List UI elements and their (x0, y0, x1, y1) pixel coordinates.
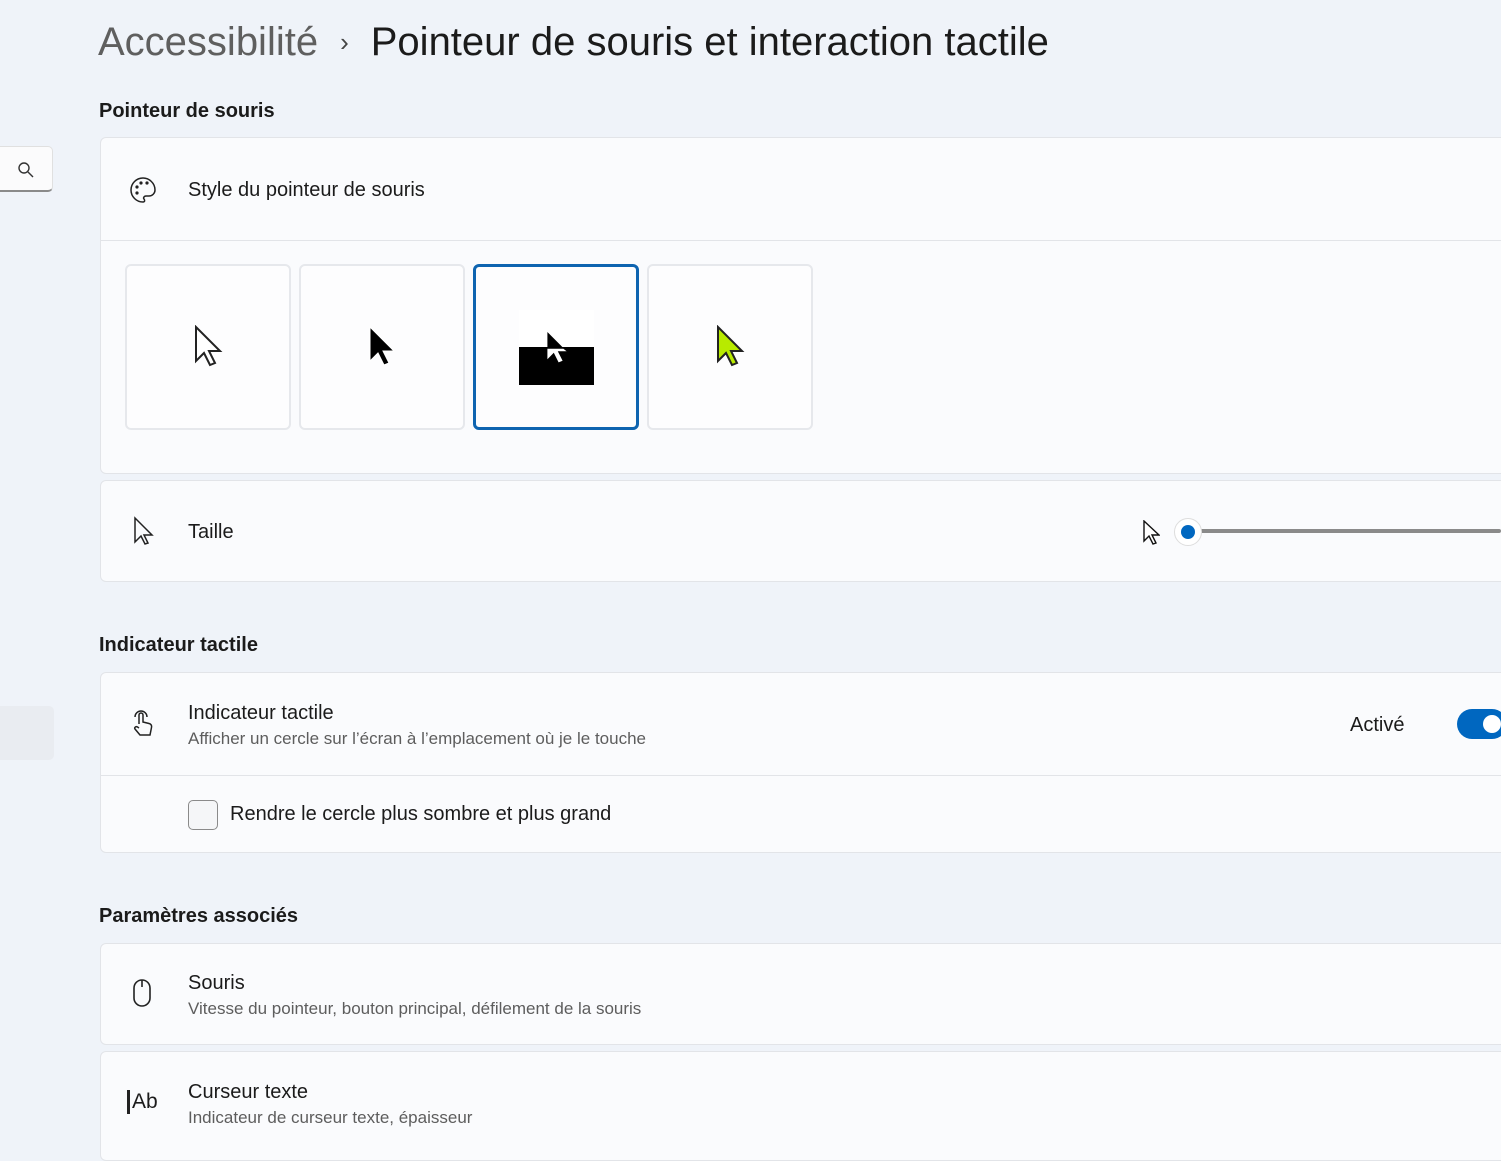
pointer-size-slider-track[interactable] (1200, 529, 1501, 533)
chevron-right-icon: › (340, 27, 349, 57)
related-mouse-description: Vitesse du pointeur, bouton principal, d… (188, 999, 642, 1018)
breadcrumb: Accessibilité › Pointeur de souris et in… (98, 20, 1049, 65)
sidebar-selected-item[interactable] (0, 706, 54, 760)
related-mouse-title: Souris (188, 972, 245, 994)
sidebar-search-box[interactable] (0, 146, 53, 192)
touch-indicator-title: Indicateur tactile (188, 702, 334, 724)
darker-circle-label[interactable]: Rendre le cercle plus sombre et plus gra… (230, 803, 611, 826)
palette-icon (130, 177, 156, 203)
breadcrumb-parent[interactable]: Accessibilité (98, 20, 318, 65)
touch-indicator-description: Afficher un cercle sur l’écran à l’empla… (188, 729, 646, 748)
related-text-cursor-title: Curseur texte (188, 1081, 309, 1103)
custom-color-pointer-icon (717, 325, 745, 367)
pointer-style-label: Style du pointeur de souris (188, 179, 425, 201)
white-pointer-icon (195, 325, 223, 367)
mouse-icon (133, 979, 151, 1007)
inverted-pointer-icon (546, 331, 567, 362)
pointer-style-white[interactable] (125, 264, 291, 430)
section-title-touch: Indicateur tactile (99, 634, 258, 656)
touch-hand-icon (134, 710, 153, 736)
pointer-style-black[interactable] (299, 264, 465, 430)
text-cursor-icon: Ab (127, 1090, 158, 1114)
touch-indicator-toggle[interactable] (1457, 709, 1501, 739)
pointer-style-custom[interactable] (647, 264, 813, 430)
section-title-mouse-pointer: Pointeur de souris (99, 100, 275, 122)
black-pointer-icon (369, 325, 396, 366)
section-title-related: Paramètres associés (99, 905, 299, 927)
small-pointer-icon (1143, 520, 1160, 545)
touch-indicator-state: Activé (1350, 714, 1405, 736)
pointer-size-label: Taille (188, 521, 234, 543)
darker-circle-checkbox[interactable] (188, 800, 218, 830)
related-text-cursor-description: Indicateur de curseur texte, épaisseur (188, 1108, 473, 1127)
page-title: Pointeur de souris et interaction tactil… (370, 20, 1049, 64)
pointer-size-slider-thumb[interactable] (1174, 518, 1202, 546)
pointer-icon (134, 516, 154, 545)
search-icon (18, 162, 34, 178)
pointer-style-inverted[interactable] (473, 264, 639, 430)
